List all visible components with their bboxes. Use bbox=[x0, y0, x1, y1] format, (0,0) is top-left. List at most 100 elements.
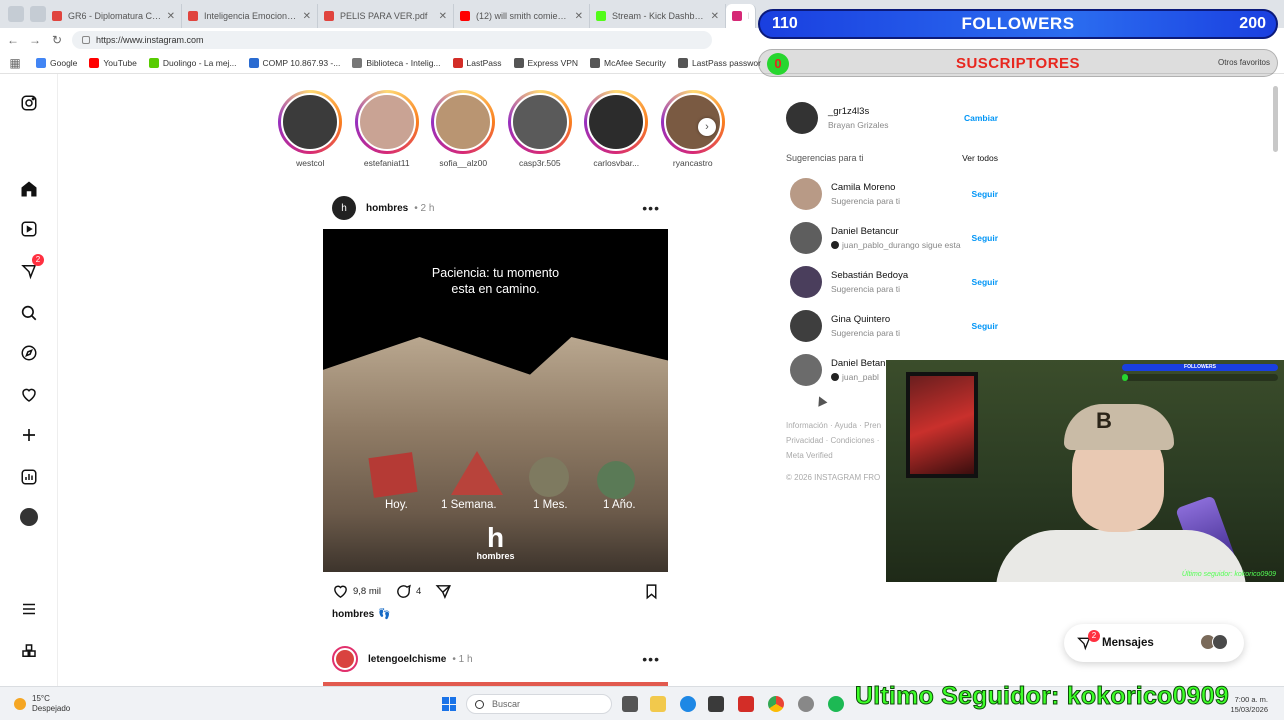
edge-icon[interactable] bbox=[680, 696, 696, 712]
suggestion-name[interactable]: Camila Moreno bbox=[831, 182, 900, 193]
forward-icon[interactable]: → bbox=[26, 31, 44, 49]
bookmark-item[interactable]: LastPass bbox=[452, 57, 502, 68]
back-icon[interactable]: ← bbox=[4, 31, 22, 49]
close-tab-icon[interactable]: ✕ bbox=[303, 11, 311, 22]
messenger-icon[interactable]: 2 bbox=[18, 254, 44, 282]
site-info-icon[interactable] bbox=[82, 36, 90, 44]
settings-gear-icon[interactable] bbox=[798, 696, 814, 712]
post2-options-icon[interactable]: ••• bbox=[642, 651, 660, 667]
likes-count[interactable]: 9,8 mil bbox=[353, 586, 381, 597]
story-item[interactable]: carlosvbar... bbox=[578, 90, 655, 168]
create-plus-icon[interactable] bbox=[18, 424, 40, 446]
close-tab-icon[interactable]: ✕ bbox=[575, 11, 583, 22]
browser-tab[interactable]: Stream - Kick Dashboard ✕ bbox=[590, 4, 726, 28]
messages-button[interactable]: 2 Mensajes bbox=[1064, 624, 1244, 662]
suggestion-avatar[interactable] bbox=[790, 222, 822, 254]
store-icon[interactable] bbox=[708, 696, 724, 712]
apps-icon[interactable]: ▦ bbox=[6, 54, 24, 72]
like-heart-icon[interactable] bbox=[332, 583, 349, 600]
browser-tab[interactable]: PELIS PARA VER.pdf ✕ bbox=[318, 4, 454, 28]
instagram-logo-icon[interactable] bbox=[18, 92, 40, 114]
bookmark-item[interactable]: COMP 10.867.93 -... bbox=[248, 57, 340, 68]
copyright: © 2026 INSTAGRAM FRO bbox=[786, 473, 881, 482]
bookmark-item[interactable]: Biblioteca - Intelig... bbox=[352, 57, 441, 68]
browser-tab[interactable]: Inteligencia Emocional GD ✕ bbox=[182, 4, 318, 28]
weather-widget[interactable]: 15°C Despejado bbox=[14, 694, 70, 714]
post-image[interactable]: Paciencia: tu momento esta en camino. Ho… bbox=[323, 229, 668, 572]
post-author-avatar[interactable]: h bbox=[332, 196, 356, 220]
dashboard-icon[interactable] bbox=[18, 466, 40, 488]
bookmark-favicon-icon bbox=[36, 57, 46, 68]
bookmark-item[interactable]: Duolingo - La mej... bbox=[148, 57, 237, 68]
suggestion-avatar[interactable] bbox=[790, 310, 822, 342]
tab-search-icon[interactable] bbox=[8, 6, 24, 22]
story-item[interactable]: westcol bbox=[272, 90, 349, 168]
browser-tab[interactable]: Ins bbox=[726, 4, 756, 28]
search-icon[interactable] bbox=[18, 302, 40, 324]
suggestion-avatar[interactable] bbox=[790, 178, 822, 210]
taskbar-search[interactable]: Buscar bbox=[466, 694, 612, 714]
stories-next-icon[interactable]: › bbox=[698, 118, 716, 136]
url-input[interactable]: https://www.instagram.com bbox=[72, 31, 712, 49]
reels-icon[interactable] bbox=[18, 218, 40, 240]
close-tab-icon[interactable]: ✕ bbox=[439, 11, 447, 22]
spotify-icon[interactable] bbox=[828, 696, 844, 712]
post-options-icon[interactable]: ••• bbox=[642, 200, 660, 216]
tab-title: (12) will smith comiendo sp bbox=[476, 11, 571, 21]
close-tab-icon[interactable]: ✕ bbox=[711, 11, 719, 22]
bookmark-item[interactable]: YouTube bbox=[89, 57, 137, 68]
menu-icon[interactable] bbox=[18, 598, 40, 620]
caption-author[interactable]: hombres bbox=[332, 609, 374, 620]
explore-icon[interactable] bbox=[18, 342, 40, 364]
bookmark-favicon-icon bbox=[148, 57, 159, 68]
reload-icon[interactable]: ↻ bbox=[48, 31, 66, 49]
app-icon[interactable] bbox=[738, 696, 754, 712]
story-item[interactable]: estefaniat11 bbox=[349, 90, 426, 168]
share-icon[interactable] bbox=[435, 583, 452, 600]
comment-icon[interactable] bbox=[395, 583, 412, 600]
task-view-icon[interactable] bbox=[622, 696, 638, 712]
suggestion-name[interactable]: Daniel Betancur bbox=[831, 226, 961, 237]
save-bookmark-icon[interactable] bbox=[643, 583, 660, 600]
story-item[interactable]: sofia__alz00 bbox=[425, 90, 502, 168]
switch-account-link[interactable]: Cambiar bbox=[964, 113, 998, 123]
home-icon[interactable] bbox=[18, 178, 40, 200]
comments-count[interactable]: 4 bbox=[416, 586, 421, 597]
suggestion-name[interactable]: Daniel Betan bbox=[831, 358, 885, 369]
post2-author[interactable]: letengoelchisme bbox=[368, 654, 446, 665]
suggestion-name[interactable]: Gina Quintero bbox=[831, 314, 900, 325]
see-all-link[interactable]: Ver todos bbox=[962, 153, 998, 163]
bookmark-item[interactable]: LastPass passwor bbox=[677, 57, 761, 68]
suggestion-avatar[interactable] bbox=[790, 266, 822, 298]
windows-start-icon[interactable] bbox=[442, 697, 456, 711]
chrome-icon[interactable] bbox=[768, 696, 784, 712]
current-user-avatar[interactable] bbox=[786, 102, 818, 134]
post2-author-avatar[interactable] bbox=[332, 646, 358, 672]
file-explorer-icon[interactable] bbox=[650, 696, 666, 712]
followers-label: FOLLOWERS bbox=[961, 14, 1075, 33]
notification-badge: 2 bbox=[32, 254, 44, 266]
bookmark-item[interactable]: Express VPN bbox=[513, 57, 578, 68]
suggestion-name[interactable]: Sebastián Bedoya bbox=[831, 270, 908, 281]
browser-tab[interactable]: GR6 - Diplomatura Coachi ✕ bbox=[46, 4, 182, 28]
label-mes: 1 Mes. bbox=[533, 499, 568, 511]
follow-button[interactable]: Seguir bbox=[972, 189, 998, 199]
current-user-handle[interactable]: _gr1z4l3s bbox=[828, 106, 888, 117]
bookmark-item[interactable]: Google bbox=[36, 57, 77, 68]
story-item[interactable]: casp3r.505 bbox=[502, 90, 579, 168]
more-apps-icon[interactable] bbox=[18, 640, 40, 662]
follow-button[interactable]: Seguir bbox=[972, 277, 998, 287]
suggestion-avatar[interactable] bbox=[790, 354, 822, 386]
follow-button[interactable]: Seguir bbox=[972, 233, 998, 243]
story-item[interactable]: ryancastro bbox=[655, 90, 732, 168]
notifications-heart-icon[interactable] bbox=[18, 384, 40, 406]
browser-tab[interactable]: (12) will smith comiendo sp ✕ bbox=[454, 4, 590, 28]
close-tab-icon[interactable]: ✕ bbox=[167, 11, 175, 22]
profile-avatar[interactable] bbox=[18, 506, 40, 528]
tab-group-icon[interactable] bbox=[30, 6, 46, 22]
page-scrollbar[interactable] bbox=[1273, 86, 1278, 152]
follow-button[interactable]: Seguir bbox=[972, 321, 998, 331]
system-clock[interactable]: 7:00 a. m. 15/03/2026 bbox=[1230, 695, 1268, 715]
bookmark-item[interactable]: McAfee Security bbox=[590, 57, 666, 68]
post-author[interactable]: hombres bbox=[366, 203, 408, 214]
